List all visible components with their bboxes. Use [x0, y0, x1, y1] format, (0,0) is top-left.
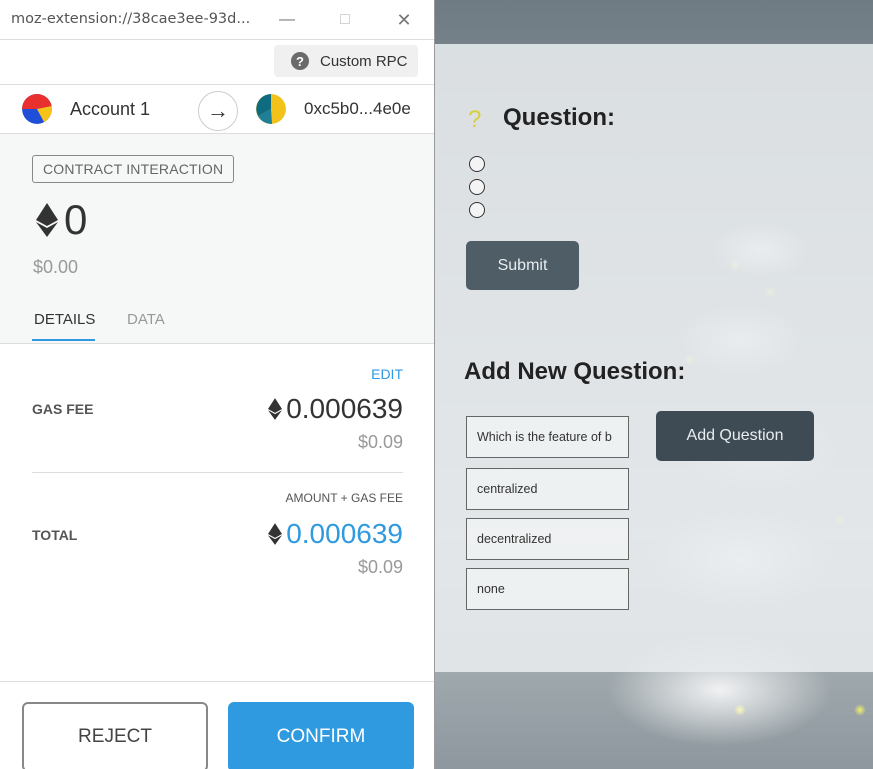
- eth-icon: [268, 523, 283, 545]
- contract-interaction-badge: CONTRACT INTERACTION: [32, 155, 235, 183]
- maximize-button[interactable]: □: [333, 8, 357, 32]
- window-titlebar: moz-extension://38cae3ee-93d... — □ ✕: [0, 0, 434, 40]
- network-bar: ? Custom RPC: [0, 40, 434, 84]
- edit-gas-link[interactable]: EDIT: [371, 366, 403, 382]
- from-account-name: Account 1: [70, 99, 151, 119]
- answer-radio-3[interactable]: [469, 202, 485, 218]
- amount-fiat: $0.00: [33, 257, 79, 277]
- gas-fee-value: 0.000639: [286, 393, 403, 424]
- help-icon: ?: [291, 52, 309, 70]
- gas-fee-label: GAS FEE: [32, 401, 94, 417]
- window-url: moz-extension://38cae3ee-93d...: [11, 11, 251, 27]
- popup-footer: REJECT CONFIRM: [0, 681, 434, 769]
- amount-gas-fee-label: AMOUNT + GAS FEE: [285, 491, 403, 505]
- gas-fee-fiat: $0.09: [357, 432, 403, 452]
- reject-button[interactable]: REJECT: [22, 702, 208, 769]
- to-address: 0xc5b0...4e0e: [304, 99, 411, 118]
- network-label: Custom RPC: [320, 52, 408, 70]
- details-divider: [32, 472, 403, 473]
- total-label: TOTAL: [32, 527, 78, 543]
- network-button[interactable]: ? Custom RPC: [274, 45, 418, 77]
- eth-icon: [36, 203, 58, 237]
- answer-radio-1[interactable]: [469, 156, 485, 172]
- details-panel: EDIT GAS FEE 0.000639 $0.09 AMOUNT + GAS…: [0, 344, 434, 681]
- question-icon: ?: [468, 106, 482, 133]
- active-tab-indicator: [32, 339, 95, 341]
- close-button[interactable]: ✕: [392, 8, 416, 32]
- question-input[interactable]: Which is the feature of b: [466, 416, 629, 458]
- tab-data[interactable]: DATA: [127, 311, 165, 328]
- eth-icon: [268, 398, 283, 420]
- option-input-2[interactable]: decentralized: [466, 518, 629, 560]
- confirm-button[interactable]: CONFIRM: [228, 702, 414, 769]
- total-value: 0.000639: [286, 518, 403, 549]
- add-question-heading: Add New Question:: [464, 358, 686, 385]
- total-eth: 0.000639: [268, 518, 403, 550]
- option-input-1[interactable]: centralized: [466, 468, 629, 510]
- amount-value: 0: [64, 196, 88, 243]
- option-input-3[interactable]: none: [466, 568, 629, 610]
- question-heading: Question:: [503, 104, 615, 131]
- answer-radio-2[interactable]: [469, 179, 485, 195]
- gas-fee-eth: 0.000639: [268, 393, 403, 425]
- metamask-popup: moz-extension://38cae3ee-93d... — □ ✕ ? …: [0, 0, 435, 769]
- amount-display: 0: [36, 196, 87, 244]
- minimize-button[interactable]: —: [275, 8, 299, 32]
- to-account-avatar-icon: [256, 94, 286, 124]
- transaction-summary: CONTRACT INTERACTION 0 $0.00 DETAILS DAT…: [0, 134, 434, 344]
- total-fiat: $0.09: [357, 557, 403, 577]
- tab-details[interactable]: DETAILS: [34, 311, 95, 328]
- account-row: Account 1 → 0xc5b0...4e0e: [0, 84, 434, 134]
- from-account-avatar-icon: [22, 94, 52, 124]
- arrow-right-icon: →: [198, 91, 238, 131]
- submit-button[interactable]: Submit: [466, 241, 579, 290]
- add-question-button[interactable]: Add Question: [656, 411, 814, 461]
